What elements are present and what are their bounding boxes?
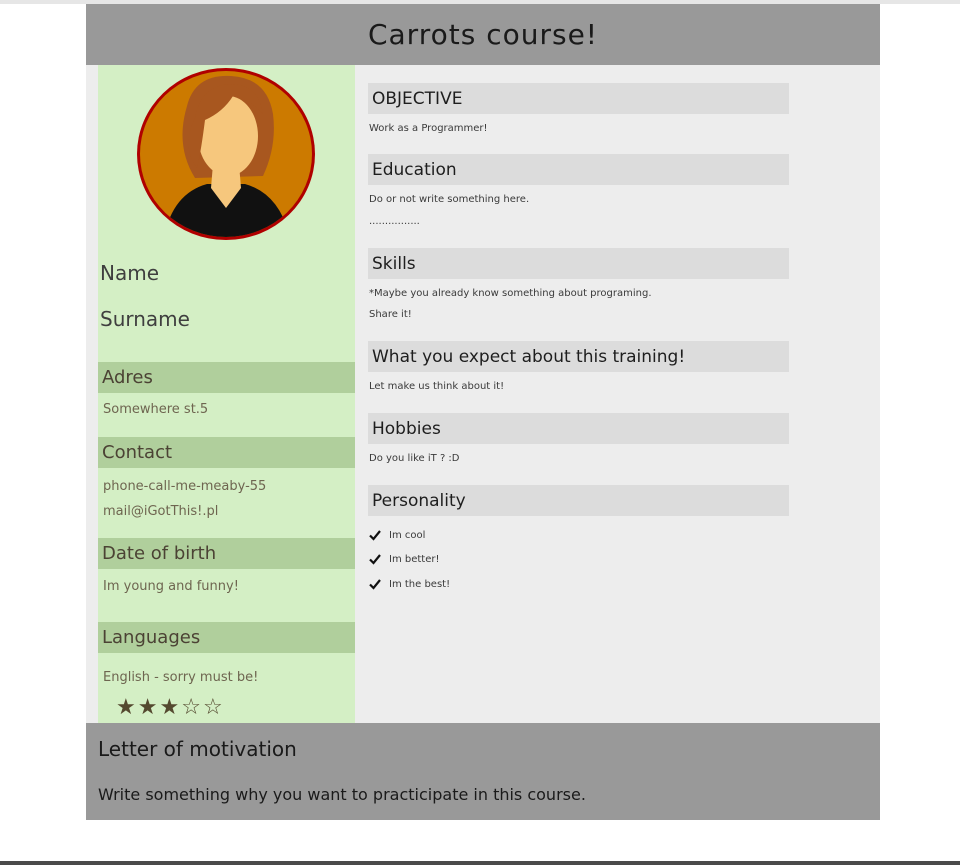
skills-text: *Maybe you already know something about … [369, 288, 652, 299]
motivation-title: Letter of motivation [98, 737, 297, 761]
objective-heading: OBJECTIVE [368, 83, 789, 114]
profile-name: Name [100, 261, 160, 285]
education-text: Do or not write something here. [369, 194, 530, 205]
check-icon [369, 579, 381, 590]
objective-text: Work as a Programmer! [369, 123, 488, 134]
expect-text: Let make us think about it! [369, 381, 505, 392]
motivation-text: Write something why you want to practici… [98, 785, 586, 804]
personality-item: Im cool [369, 529, 425, 541]
birth-value: Im young and funny! [103, 579, 239, 594]
address-value: Somewhere st.5 [103, 402, 209, 417]
contact-email: mail@iGotThis!.pl [103, 504, 219, 519]
profile-surname: Surname [100, 307, 190, 331]
check-icon [369, 530, 381, 541]
address-heading: Adres [98, 362, 355, 393]
contact-heading: Contact [98, 437, 355, 468]
header: Carrots course! [86, 4, 880, 65]
skills-heading: Skills [368, 248, 789, 279]
contact-phone: phone-call-me-meaby-55 [103, 479, 267, 494]
language-rating: ★★★☆☆ [116, 695, 225, 720]
star-empty-icon: ☆ [181, 695, 203, 720]
personality-item-label: Im the best! [389, 578, 451, 590]
footer: Letter of motivation Write something why… [86, 723, 880, 820]
hobbies-text: Do you like iT ? :D [369, 453, 460, 464]
expect-heading: What you expect about this training! [368, 341, 789, 372]
cv-page: Carrots course! Name Surname Adres Somew… [86, 4, 880, 820]
personality-heading: Personality [368, 485, 789, 516]
personality-item-label: Im better! [389, 553, 440, 565]
star-empty-icon: ☆ [202, 695, 225, 720]
hobbies-heading: Hobbies [368, 413, 789, 444]
personality-item: Im better! [369, 553, 439, 565]
page-title: Carrots course! [367, 18, 599, 51]
education-heading: Education [368, 154, 789, 185]
skills-text-2: Share it! [369, 309, 412, 320]
education-dots: ................ [369, 216, 420, 227]
personality-item: Im the best! [369, 578, 450, 590]
language-value: English - sorry must be! [103, 670, 259, 685]
languages-heading: Languages [98, 622, 355, 653]
star-filled-icon: ★ [116, 695, 138, 720]
personality-item-label: Im cool [389, 529, 426, 541]
avatar-icon [137, 68, 315, 240]
star-filled-icon: ★ [159, 695, 182, 720]
bottom-rule [0, 861, 960, 865]
birth-heading: Date of birth [98, 538, 355, 569]
sidebar: Name Surname Adres Somewhere st.5 Contac… [98, 65, 355, 723]
star-filled-icon: ★ [137, 695, 160, 720]
check-icon [369, 554, 381, 565]
